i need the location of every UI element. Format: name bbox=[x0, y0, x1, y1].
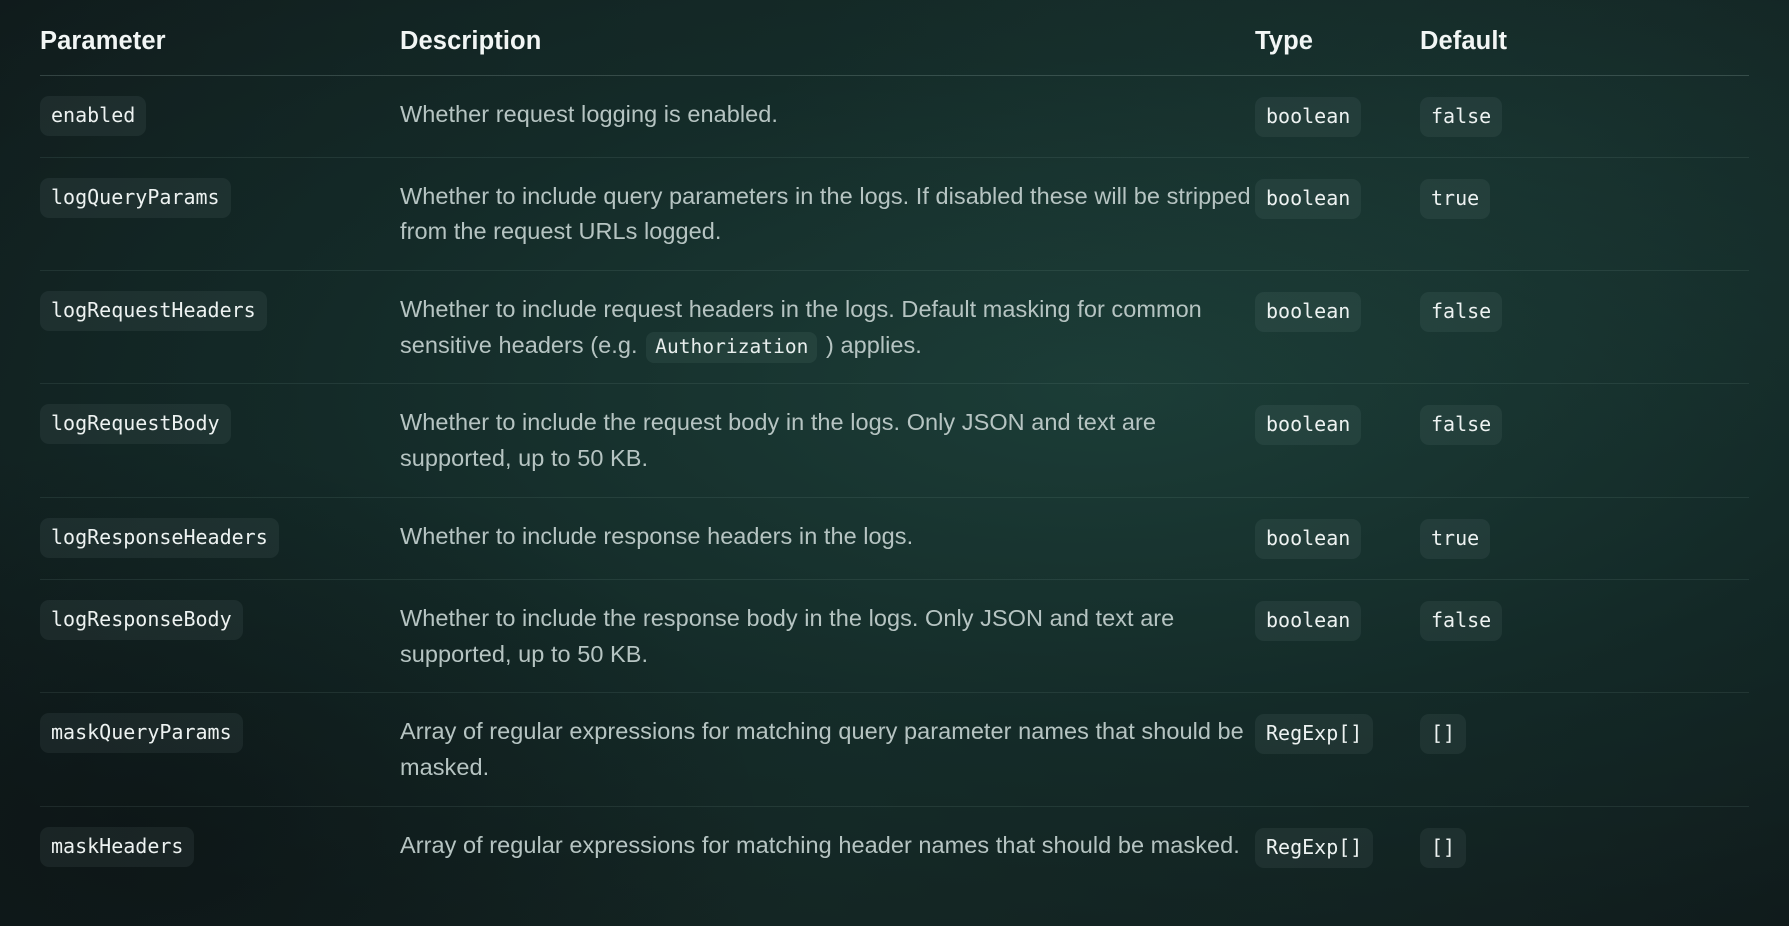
type-cell: boolean bbox=[1255, 291, 1420, 333]
column-header-default: Default bbox=[1420, 27, 1508, 55]
type-cell: boolean bbox=[1255, 178, 1420, 219]
parameter-name-badge: maskQueryParams bbox=[40, 713, 243, 754]
description-text: Whether to include response headers in t… bbox=[400, 522, 914, 549]
parameter-name-badge: enabled bbox=[40, 95, 147, 136]
parameter-name-badge: logRequestBody bbox=[40, 404, 231, 445]
default-value-badge: false bbox=[1420, 405, 1503, 446]
default-cell: false bbox=[1420, 291, 1590, 333]
description-cell: Array of regular expressions for matchin… bbox=[400, 713, 1255, 785]
description-text: Whether request logging is enabled. bbox=[400, 100, 778, 127]
parameter-cell: logRequestBody bbox=[40, 404, 400, 445]
table-row: logRequestBody Whether to include the req… bbox=[40, 384, 1749, 498]
parameter-name-badge: logResponseBody bbox=[40, 599, 243, 640]
type-badge: boolean bbox=[1255, 405, 1362, 446]
parameter-cell: enabled bbox=[40, 95, 400, 136]
inline-code-badge: Authorization bbox=[646, 331, 818, 364]
type-cell: RegExp[] bbox=[1255, 827, 1420, 868]
default-value-badge: [] bbox=[1420, 714, 1467, 755]
parameter-cell: maskQueryParams bbox=[40, 713, 400, 754]
parameter-cell: logQueryParams bbox=[40, 177, 400, 218]
column-header-parameter: Parameter bbox=[40, 27, 166, 55]
type-badge: boolean bbox=[1255, 292, 1362, 333]
parameter-name-badge: logRequestHeaders bbox=[40, 291, 267, 332]
table-row: maskHeaders Array of regular expressions … bbox=[40, 807, 1749, 888]
table-row: logRequestHeaders Whether to include requ… bbox=[40, 271, 1749, 385]
parameter-name-badge: logQueryParams bbox=[40, 177, 231, 218]
parameter-cell: logResponseBody bbox=[40, 599, 400, 640]
type-cell: RegExp[] bbox=[1255, 713, 1420, 755]
parameters-table: Parameter Description Type Default enabl… bbox=[0, 0, 1789, 888]
default-cell: [] bbox=[1420, 827, 1590, 868]
table-row: maskQueryParams Array of regular expressi… bbox=[40, 693, 1749, 807]
default-value-badge: false bbox=[1420, 600, 1503, 641]
parameters-reference-page: Parameter Description Type Default enabl… bbox=[0, 0, 1789, 926]
table-row: logQueryParams Whether to include query p… bbox=[40, 158, 1749, 272]
parameter-cell: logRequestHeaders bbox=[40, 291, 400, 332]
table-row: logResponseHeaders Whether to include res… bbox=[40, 498, 1749, 580]
description-cell: Whether to include request headers in th… bbox=[400, 291, 1255, 364]
type-cell: boolean bbox=[1255, 600, 1420, 641]
parameter-name-badge: maskHeaders bbox=[40, 826, 195, 867]
table-body: enabled Whether request logging is enable… bbox=[40, 76, 1749, 888]
parameter-name-badge: logResponseHeaders bbox=[40, 517, 279, 558]
description-cell: Whether to include the request body in t… bbox=[400, 404, 1255, 476]
table-row: enabled Whether request logging is enable… bbox=[40, 76, 1749, 158]
type-cell: boolean bbox=[1255, 518, 1420, 559]
parameter-cell: logResponseHeaders bbox=[40, 517, 400, 558]
description-cell: Whether request logging is enabled. bbox=[400, 96, 1255, 133]
description-text: Whether to include the request body in t… bbox=[400, 409, 1156, 472]
type-badge: boolean bbox=[1255, 518, 1362, 559]
table-header-row: Parameter Description Type Default bbox=[40, 0, 1749, 76]
default-value-badge: true bbox=[1420, 518, 1491, 559]
description-cell: Array of regular expressions for matchin… bbox=[400, 827, 1255, 864]
type-badge: boolean bbox=[1255, 96, 1362, 137]
description-cell: Whether to include the response body in … bbox=[400, 600, 1255, 672]
type-cell: boolean bbox=[1255, 96, 1420, 137]
type-badge: RegExp[] bbox=[1255, 714, 1374, 755]
default-value-badge: true bbox=[1420, 178, 1491, 219]
default-value-badge: false bbox=[1420, 292, 1503, 333]
description-text: Array of regular expressions for matchin… bbox=[400, 831, 1240, 858]
default-cell: true bbox=[1420, 178, 1590, 219]
description-text: Array of regular expressions for matchin… bbox=[400, 718, 1244, 781]
type-badge: boolean bbox=[1255, 178, 1362, 219]
default-cell: [] bbox=[1420, 713, 1590, 755]
default-cell: false bbox=[1420, 404, 1590, 446]
type-badge: boolean bbox=[1255, 600, 1362, 641]
description-text: Whether to include query parameters in t… bbox=[400, 182, 1251, 245]
type-badge: RegExp[] bbox=[1255, 827, 1374, 868]
type-cell: boolean bbox=[1255, 404, 1420, 446]
column-header-type: Type bbox=[1255, 27, 1314, 55]
default-cell: true bbox=[1420, 518, 1590, 559]
default-value-badge: [] bbox=[1420, 827, 1467, 868]
table-row: logResponseBody Whether to include the re… bbox=[40, 580, 1749, 694]
description-cell: Whether to include query parameters in t… bbox=[400, 178, 1255, 250]
description-cell: Whether to include response headers in t… bbox=[400, 518, 1255, 555]
description-text: ) applies. bbox=[819, 331, 922, 358]
default-value-badge: false bbox=[1420, 96, 1503, 137]
default-cell: false bbox=[1420, 600, 1590, 641]
parameter-cell: maskHeaders bbox=[40, 826, 400, 867]
description-text: Whether to include the response body in … bbox=[400, 604, 1175, 667]
default-cell: false bbox=[1420, 96, 1590, 137]
column-header-description: Description bbox=[400, 27, 542, 55]
